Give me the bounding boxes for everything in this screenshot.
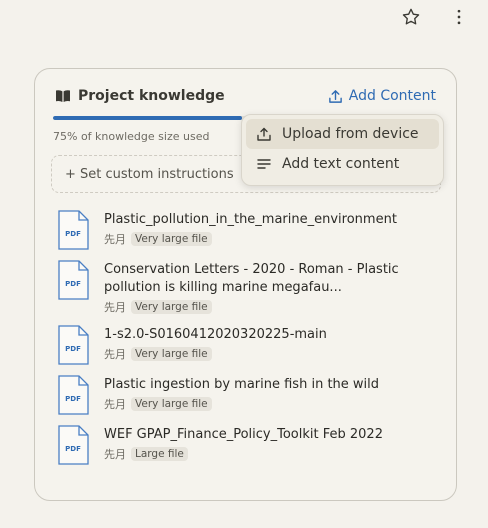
svg-text:PDF: PDF xyxy=(65,230,81,238)
file-size-badge: Large file xyxy=(131,447,188,461)
svg-text:PDF: PDF xyxy=(65,280,81,288)
pdf-file-icon: PDF xyxy=(58,375,89,415)
file-item[interactable]: PDF Plastic_pollution_in_the_marine_envi… xyxy=(53,209,438,250)
file-date: 先月 xyxy=(104,301,126,314)
svg-text:PDF: PDF xyxy=(65,345,81,353)
file-name: Conservation Letters - 2020 - Roman - Pl… xyxy=(104,262,399,295)
menu-item-upload-from-device[interactable]: Upload from device xyxy=(246,119,439,149)
more-options-button[interactable] xyxy=(447,5,471,29)
file-name: WEF GPAP_Finance_Policy_Toolkit Feb 2022 xyxy=(104,427,383,442)
add-content-dropdown: Upload from device Add text content xyxy=(241,114,444,186)
text-lines-icon xyxy=(257,159,271,169)
file-size-badge: Very large file xyxy=(131,232,212,246)
file-size-badge: Very large file xyxy=(131,397,212,411)
file-meta: Plastic_pollution_in_the_marine_environm… xyxy=(104,209,438,250)
star-icon xyxy=(402,8,420,25)
file-sub: 先月 Very large file xyxy=(104,396,438,412)
file-sub: 先月 Very large file xyxy=(104,231,438,247)
file-sub: 先月 Very large file xyxy=(104,299,438,315)
file-item[interactable]: PDF Conservation Letters - 2020 - Roman … xyxy=(53,259,438,315)
svg-text:PDF: PDF xyxy=(65,395,81,403)
upload-icon xyxy=(257,127,271,141)
instructions-label: + Set custom instructions xyxy=(65,166,234,182)
file-meta: Conservation Letters - 2020 - Roman - Pl… xyxy=(104,259,438,315)
title-wrap: Project knowledge xyxy=(55,88,225,104)
add-content-label: Add Content xyxy=(348,88,436,104)
file-sub: 先月 Very large file xyxy=(104,346,438,362)
file-date: 先月 xyxy=(104,448,126,461)
menu-item-label: Upload from device xyxy=(282,126,419,142)
file-sub: 先月 Large file xyxy=(104,446,438,462)
file-meta: Plastic ingestion by marine fish in the … xyxy=(104,374,438,415)
menu-item-label: Add text content xyxy=(282,156,400,172)
file-item[interactable]: PDF WEF GPAP_Finance_Policy_Toolkit Feb … xyxy=(53,424,438,465)
file-name: Plastic ingestion by marine fish in the … xyxy=(104,377,380,392)
pdf-file-icon: PDF xyxy=(58,260,89,300)
menu-item-add-text-content[interactable]: Add text content xyxy=(246,149,439,179)
knowledge-usage-text: 75% of knowledge size used xyxy=(53,130,210,143)
file-date: 先月 xyxy=(104,398,126,411)
file-meta: 1-s2.0-S0160412020320225-main 先月 Very la… xyxy=(104,324,438,365)
pdf-file-icon: PDF xyxy=(58,325,89,365)
file-date: 先月 xyxy=(104,233,126,246)
upload-icon xyxy=(328,89,342,103)
file-date: 先月 xyxy=(104,348,126,361)
pdf-file-icon: PDF xyxy=(58,425,89,465)
file-name: 1-s2.0-S0160412020320225-main xyxy=(104,327,327,342)
file-name: Plastic_pollution_in_the_marine_environm… xyxy=(104,212,397,227)
pdf-file-icon: PDF xyxy=(58,210,89,250)
file-size-badge: Very large file xyxy=(131,347,212,361)
panel-title: Project knowledge xyxy=(78,88,225,104)
knowledge-usage-fill xyxy=(53,116,242,120)
favorite-star-button[interactable] xyxy=(399,5,423,29)
svg-text:PDF: PDF xyxy=(65,445,81,453)
file-meta: WEF GPAP_Finance_Policy_Toolkit Feb 2022… xyxy=(104,424,438,465)
file-list: PDF Plastic_pollution_in_the_marine_envi… xyxy=(53,209,438,474)
file-item[interactable]: PDF Plastic ingestion by marine fish in … xyxy=(53,374,438,415)
file-item[interactable]: PDF 1-s2.0-S0160412020320225-main 先月 Ver… xyxy=(53,324,438,365)
book-icon xyxy=(56,90,70,102)
file-size-badge: Very large file xyxy=(131,300,212,314)
add-content-button[interactable]: Add Content xyxy=(328,88,436,104)
more-vertical-icon xyxy=(457,9,461,25)
panel-header: Project knowledge Add Content xyxy=(55,86,436,106)
